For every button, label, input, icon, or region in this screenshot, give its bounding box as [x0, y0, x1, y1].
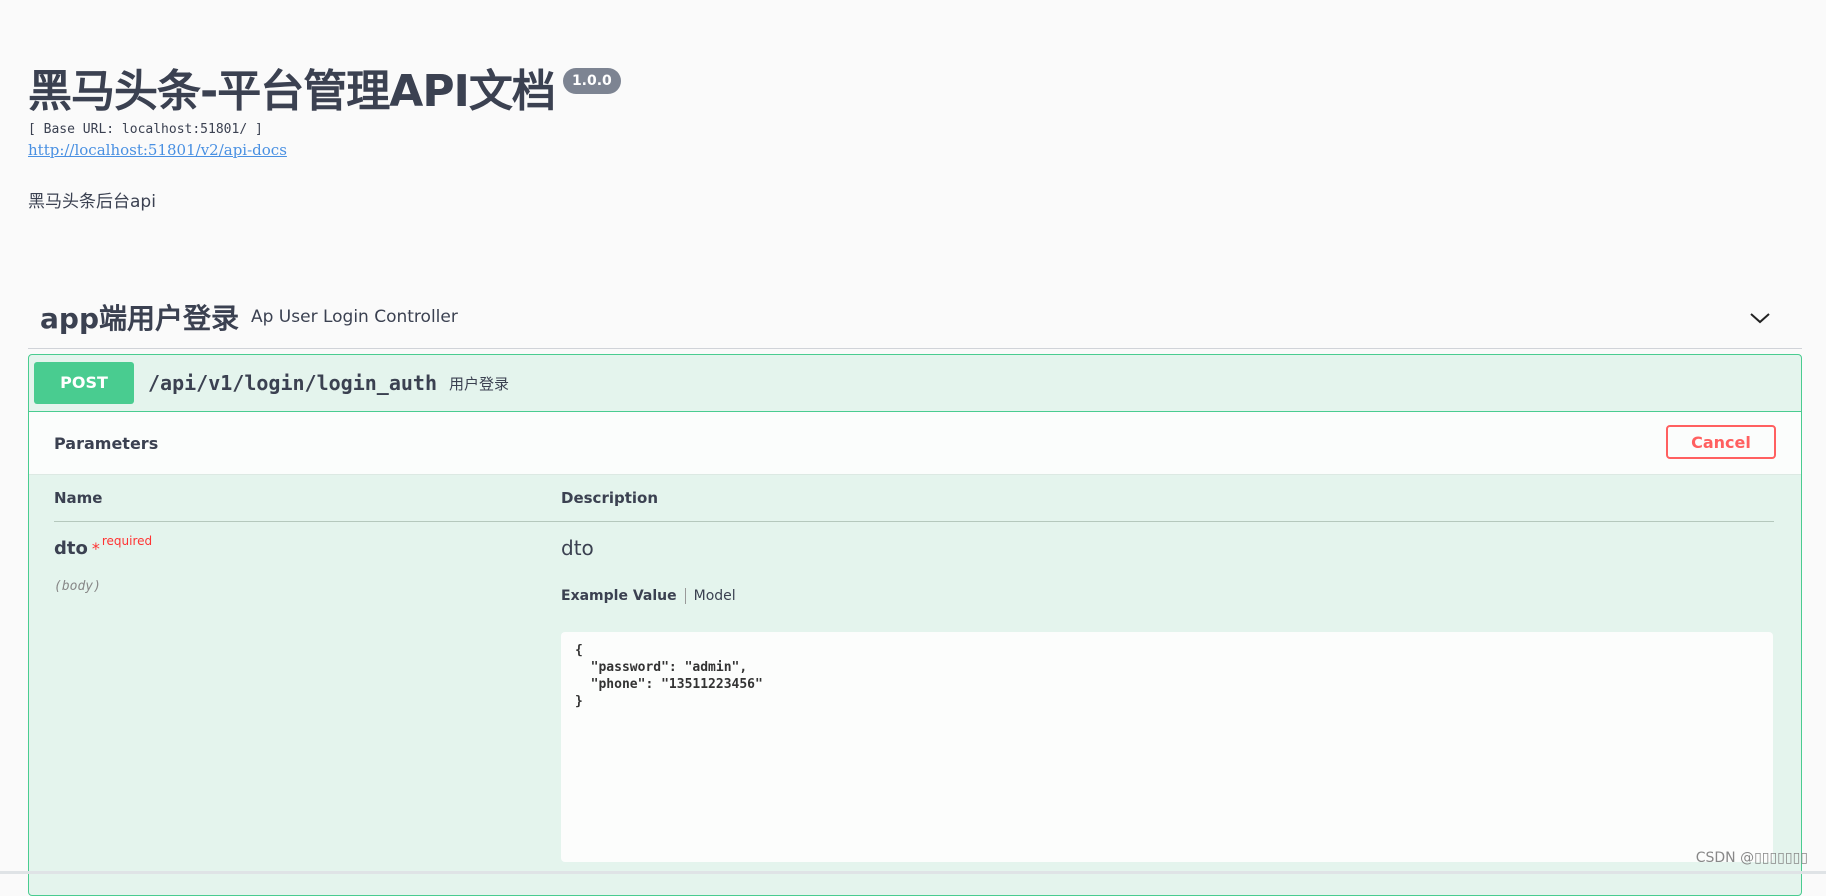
example-tabs: Example Value Model	[561, 588, 736, 604]
required-label: required	[101, 534, 153, 548]
page-title: 黑马头条-平台管理API文档	[28, 66, 556, 117]
tab-model[interactable]: Model	[686, 588, 736, 604]
chevron-down-icon[interactable]	[1748, 306, 1772, 330]
example-value-box[interactable]: { "password": "admin", "phone": "1351122…	[561, 632, 1773, 862]
api-docs-link[interactable]: http://localhost:51801/v2/api-docs	[28, 140, 287, 160]
tag-description: Ap User Login Controller	[250, 307, 458, 327]
title-row: 黑马头条-平台管理API文档 1.0.0	[28, 64, 1028, 120]
param-name: dto	[54, 538, 88, 559]
param-description: dto	[561, 536, 594, 560]
column-name-header: Name	[54, 489, 103, 507]
operation-summary[interactable]: POST /api/v1/login/login_auth 用户登录	[29, 355, 1801, 412]
swagger-page: 黑马头条-平台管理API文档 1.0.0 [ Base URL: localho…	[28, 0, 1802, 896]
column-description-header: Description	[561, 489, 659, 507]
tab-example-value[interactable]: Example Value	[561, 588, 686, 604]
cancel-button[interactable]: Cancel	[1666, 425, 1776, 459]
param-location: (body)	[54, 579, 101, 594]
tag-section: app端用户登录 Ap User Login Controller POST /…	[28, 286, 1802, 896]
parameters-table: Name Description dto * required (body) dto…	[54, 475, 1774, 882]
table-header: Name Description	[54, 475, 1774, 522]
operation-block: POST /api/v1/login/login_auth 用户登录 Param…	[28, 354, 1802, 896]
parameters-title: Parameters	[54, 433, 159, 453]
example-code: { "password": "admin", "phone": "1351122…	[575, 643, 763, 709]
parameters-header: Parameters Cancel	[29, 412, 1801, 475]
tag-header[interactable]: app端用户登录 Ap User Login Controller	[28, 286, 1802, 349]
operation-path: /api/v1/login/login_auth	[148, 371, 437, 395]
operation-summary-text: 用户登录	[448, 374, 509, 393]
api-info: 黑马头条-平台管理API文档 1.0.0 [ Base URL: localho…	[28, 64, 1028, 214]
required-star: *	[91, 539, 100, 558]
tag-name: app端用户登录	[40, 302, 239, 335]
param-name-cell: dto * required	[54, 534, 152, 559]
api-description: 黑马头条后台api	[28, 192, 156, 212]
method-badge: POST	[34, 362, 134, 404]
watermark: CSDN @▯▯▯▯▯▯▯	[1695, 850, 1808, 866]
base-url: [ Base URL: localhost:51801/ ]	[28, 122, 263, 137]
table-row: dto * required (body) dto Example Value Mo…	[54, 522, 1774, 882]
version-badge: 1.0.0	[562, 68, 621, 94]
